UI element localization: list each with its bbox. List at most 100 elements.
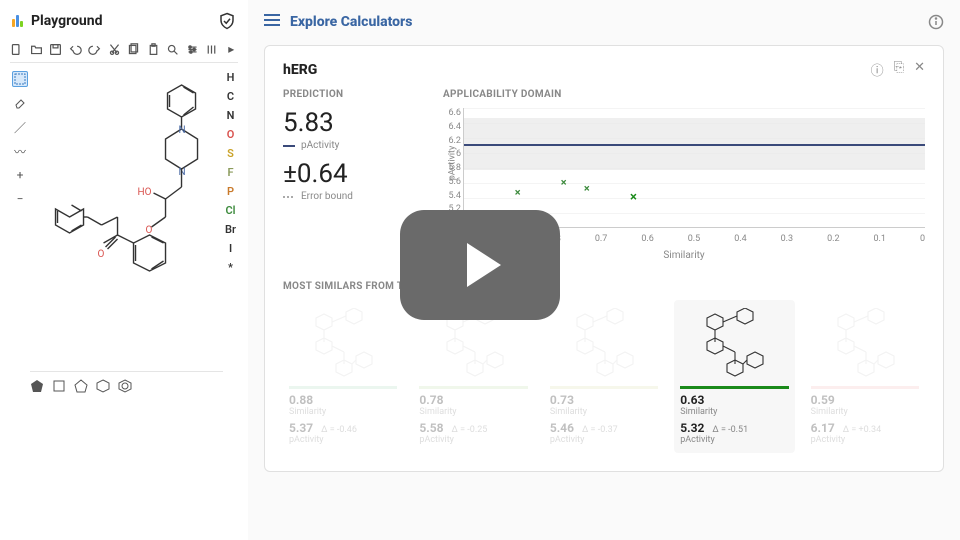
element-any[interactable]: * bbox=[225, 261, 236, 274]
ring-template-row bbox=[30, 371, 223, 392]
element-cl[interactable]: Cl bbox=[225, 204, 236, 217]
xtick: 0.6 bbox=[641, 234, 654, 244]
pactivity-legend-icon bbox=[283, 145, 295, 147]
element-o[interactable]: O bbox=[225, 128, 236, 141]
similarity-value: 0.73 bbox=[550, 393, 658, 407]
element-h[interactable]: H bbox=[225, 71, 236, 84]
square-ring-icon[interactable] bbox=[52, 378, 66, 392]
xtick: 0.1 bbox=[874, 234, 887, 244]
calculator-panel: Explore Calculators hERG ⓘ ⎘ ✕ PREDICTIO… bbox=[248, 0, 960, 540]
undo-icon[interactable] bbox=[69, 42, 83, 56]
bond-tool-icon[interactable]: ／ bbox=[12, 119, 28, 135]
pred-delta: Δ = -0.37 bbox=[582, 425, 618, 435]
benzene-ring-icon[interactable] bbox=[118, 378, 132, 392]
open-folder-icon[interactable] bbox=[30, 42, 44, 56]
similarity-value: 0.63 bbox=[680, 393, 788, 407]
cut-icon[interactable] bbox=[108, 42, 122, 56]
similarity-bar bbox=[811, 386, 919, 389]
chart-point: × bbox=[515, 186, 525, 196]
pactivity-legend-label: pActivity bbox=[301, 140, 339, 151]
similar-card[interactable]: 0.78Similarity5.58Δ = -0.25pActivity bbox=[413, 300, 533, 453]
pred-delta: Δ = -0.46 bbox=[321, 425, 357, 435]
chain-tool-icon[interactable]: 〰 bbox=[12, 143, 28, 159]
molecule-thumb bbox=[550, 304, 658, 382]
element-p[interactable]: P bbox=[225, 185, 236, 198]
close-icon[interactable]: ✕ bbox=[914, 60, 925, 79]
element-n[interactable]: N bbox=[225, 109, 236, 122]
similars-section: MOST SIMILARS FROM TRAINING SET 0.88Simi… bbox=[283, 281, 925, 453]
selection-tool-icon[interactable] bbox=[12, 71, 28, 87]
xtick: 0.7 bbox=[595, 234, 608, 244]
charge-minus-icon[interactable]: − bbox=[12, 191, 28, 207]
zoom-icon[interactable] bbox=[166, 42, 180, 56]
pred-value: 5.46 bbox=[550, 421, 574, 435]
hamburger-icon[interactable] bbox=[264, 12, 280, 31]
similarity-label: Similarity bbox=[811, 407, 919, 417]
pred-delta: Δ = -0.51 bbox=[712, 425, 748, 435]
svg-text:O: O bbox=[146, 225, 153, 236]
shield-icon[interactable] bbox=[218, 12, 236, 30]
error-value: ±0.64 bbox=[283, 159, 403, 189]
similarity-label: Similarity bbox=[289, 407, 397, 417]
pred-value: 6.17 bbox=[811, 421, 835, 435]
similar-card[interactable]: 0.88Similarity5.37Δ = -0.46pActivity bbox=[283, 300, 403, 453]
pred-label: pActivity bbox=[680, 435, 788, 445]
chart-point-active: × bbox=[630, 190, 640, 200]
similar-card[interactable]: 0.63Similarity5.32Δ = -0.51pActivity bbox=[674, 300, 794, 453]
element-br[interactable]: Br bbox=[225, 223, 236, 236]
similarity-value: 0.88 bbox=[289, 393, 397, 407]
svg-text:N: N bbox=[179, 125, 186, 136]
copy-icon[interactable] bbox=[127, 42, 141, 56]
settings-icon[interactable] bbox=[186, 42, 200, 56]
prediction-block: PREDICTION 5.83 pActivity ±0.64 Error bo… bbox=[283, 89, 403, 261]
element-i[interactable]: I bbox=[225, 242, 236, 255]
info-icon[interactable] bbox=[928, 14, 944, 30]
card-actions: ⓘ ⎘ ✕ bbox=[871, 60, 925, 79]
playground-logo-icon bbox=[12, 15, 23, 27]
molecule-thumb bbox=[680, 304, 788, 382]
element-picker: H C N O S F P Cl Br I * bbox=[223, 67, 238, 532]
molecule-canvas[interactable]: N N HO O bbox=[30, 67, 223, 367]
play-video-button[interactable] bbox=[400, 210, 560, 320]
charge-plus-icon[interactable]: + bbox=[12, 167, 28, 183]
export-icon[interactable]: ⎘ bbox=[894, 60, 904, 79]
pred-label: pActivity bbox=[289, 435, 397, 445]
ytick: 6.6 bbox=[445, 108, 461, 118]
similar-card[interactable]: 0.73Similarity5.46Δ = -0.37pActivity bbox=[544, 300, 664, 453]
similarity-label: Similarity bbox=[680, 407, 788, 417]
xtick: 0.3 bbox=[781, 234, 794, 244]
element-s[interactable]: S bbox=[225, 147, 236, 160]
prediction-line bbox=[464, 144, 925, 146]
grid-icon[interactable] bbox=[205, 42, 219, 56]
ytick: 6 bbox=[445, 149, 461, 159]
redo-icon[interactable] bbox=[88, 42, 102, 56]
filled-ring-icon[interactable] bbox=[30, 378, 44, 392]
similarity-label: Similarity bbox=[419, 407, 527, 417]
pred-label: pActivity bbox=[550, 435, 658, 445]
prediction-value: 5.83 bbox=[283, 108, 403, 138]
herg-card: hERG ⓘ ⎘ ✕ PREDICTION 5.83 pActivity ±0.… bbox=[264, 45, 944, 472]
xtick: 0 bbox=[920, 234, 925, 244]
xtick: 0.4 bbox=[734, 234, 747, 244]
element-f[interactable]: F bbox=[225, 166, 236, 179]
similarity-value: 0.59 bbox=[811, 393, 919, 407]
help-icon[interactable]: ⓘ bbox=[871, 60, 884, 79]
save-icon[interactable] bbox=[49, 42, 63, 56]
left-tool-column: ／ 〰 + − bbox=[10, 67, 30, 532]
xtick: 0.2 bbox=[827, 234, 840, 244]
ytick: 6.4 bbox=[445, 122, 461, 132]
eraser-tool-icon[interactable] bbox=[12, 95, 28, 111]
paste-icon[interactable] bbox=[147, 42, 161, 56]
pred-delta: Δ = -0.25 bbox=[452, 425, 488, 435]
similarity-bar bbox=[680, 386, 788, 389]
new-file-icon[interactable] bbox=[10, 42, 24, 56]
xtick: 0.5 bbox=[688, 234, 701, 244]
pred-delta: Δ = +0.34 bbox=[843, 425, 881, 435]
pentagon-ring-icon[interactable] bbox=[74, 378, 88, 392]
editor-toolbar: ▸ bbox=[10, 40, 238, 63]
hexagon-ring-icon[interactable] bbox=[96, 378, 110, 392]
element-c[interactable]: C bbox=[225, 90, 236, 103]
similar-card[interactable]: 0.59Similarity6.17Δ = +0.34pActivity bbox=[805, 300, 925, 453]
more-icon[interactable]: ▸ bbox=[225, 42, 239, 56]
error-legend-icon bbox=[283, 196, 295, 198]
